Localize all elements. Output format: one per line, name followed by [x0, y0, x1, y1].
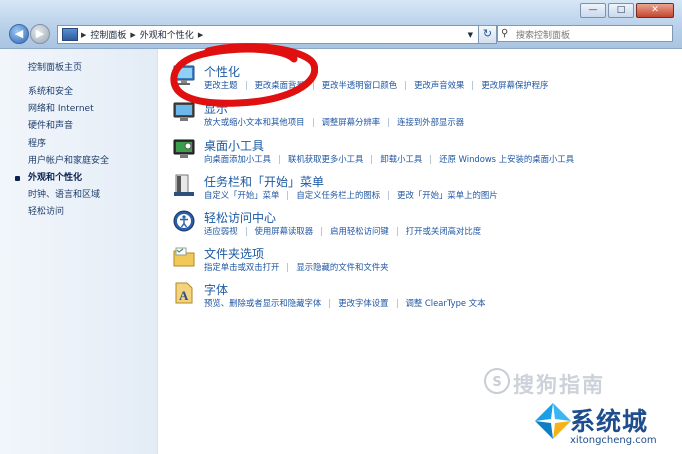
link-preview-fonts[interactable]: 预览、删除或者显示和隐藏字体: [204, 297, 321, 309]
category-title-display[interactable]: 显示: [204, 100, 228, 117]
link-divider: [321, 226, 323, 236]
link-divider: [329, 298, 331, 308]
category-title-ease-of-access[interactable]: 轻松访问中心: [204, 209, 276, 226]
sidebar-item-programs[interactable]: 程序: [28, 136, 109, 153]
window-controls: — □ ✕: [580, 3, 674, 18]
category-title-folder-options[interactable]: 文件夹选项: [204, 245, 264, 262]
control-panel-icon: [62, 28, 78, 41]
link-zoom-text[interactable]: 放大或缩小文本和其他项目: [204, 116, 305, 128]
arrow-right-icon: ▶: [35, 27, 45, 40]
title-bar: — □ ✕ ◀ ▶ ▶ 控制面板 ▶ 外观和个性化 ▶ ▼ ↻ ⚲ 搜索控制面板: [0, 0, 682, 49]
personalization-icon: [173, 65, 195, 85]
link-change-desktop-background[interactable]: 更改桌面背景: [255, 79, 305, 91]
control-panel-window: — □ ✕ ◀ ▶ ▶ 控制面板 ▶ 外观和个性化 ▶ ▼ ↻ ⚲ 搜索控制面板…: [0, 0, 682, 454]
search-placeholder: 搜索控制面板: [516, 31, 571, 41]
category-links-ease-of-access: 适应弱视 使用屏幕读取器 启用轻松访问键 打开或关闭高对比度: [204, 225, 481, 237]
arrow-left-icon: ◀: [14, 27, 24, 40]
back-button[interactable]: ◀: [9, 24, 29, 44]
breadcrumb-separator[interactable]: ▶: [198, 31, 203, 39]
link-restore-gadgets[interactable]: 还原 Windows 上安装的桌面小工具: [439, 153, 574, 165]
sidebar-list: 系统和安全 网络和 Internet 硬件和声音 程序 用户帐户和家庭安全 外观…: [14, 84, 109, 222]
sidebar-home-link[interactable]: 控制面板主页: [28, 60, 82, 73]
folder-icon: [173, 247, 195, 267]
link-ease-of-access-keys[interactable]: 启用轻松访问键: [330, 225, 389, 237]
link-change-sounds[interactable]: 更改声音效果: [414, 79, 464, 91]
link-screen-resolution[interactable]: 调整屏幕分辨率: [322, 116, 381, 128]
category-links-desktop-gadgets: 向桌面添加小工具 联机获取更多小工具 卸载小工具 还原 Windows 上安装的…: [204, 153, 574, 165]
link-divider: [472, 80, 474, 90]
link-divider: [287, 262, 289, 272]
link-customize-start-menu[interactable]: 自定义「开始」菜单: [204, 189, 279, 201]
forward-button[interactable]: ▶: [30, 24, 50, 44]
breadcrumb-appearance[interactable]: 外观和个性化: [136, 28, 198, 41]
link-divider: [388, 190, 390, 200]
sidebar-item-network[interactable]: 网络和 Internet: [28, 101, 109, 118]
link-divider: [430, 154, 432, 164]
category-title-desktop-gadgets[interactable]: 桌面小工具: [204, 137, 264, 154]
link-divider: [245, 80, 247, 90]
address-dropdown-icon[interactable]: ▼: [463, 31, 478, 39]
link-divider: [396, 226, 398, 236]
category-title-taskbar[interactable]: 任务栏和「开始」菜单: [204, 173, 324, 190]
search-input[interactable]: ⚲ 搜索控制面板: [497, 25, 673, 42]
link-get-more-gadgets[interactable]: 联机获取更多小工具: [288, 153, 363, 165]
category-links-taskbar: 自定义「开始」菜单 自定义任务栏上的图标 更改「开始」菜单上的图片: [204, 189, 498, 201]
link-divider: [312, 117, 314, 127]
link-cleartype[interactable]: 调整 ClearType 文本: [406, 297, 486, 309]
category-links-display: 放大或缩小文本和其他项目 调整屏幕分辨率 连接到外部显示器: [204, 116, 464, 128]
link-change-theme[interactable]: 更改主题: [204, 79, 238, 91]
link-change-start-picture[interactable]: 更改「开始」菜单上的图片: [397, 189, 498, 201]
category-links-personalization: 更改主题 更改桌面背景 更改半透明窗口颜色 更改声音效果 更改屏幕保护程序: [204, 79, 548, 91]
sidebar-item-user-accounts[interactable]: 用户帐户和家庭安全: [28, 153, 109, 170]
link-divider: [245, 226, 247, 236]
maximize-button[interactable]: □: [608, 3, 634, 18]
sidebar-item-appearance[interactable]: 外观和个性化: [14, 170, 109, 187]
link-show-hidden-files[interactable]: 显示隐藏的文件和文件夹: [296, 261, 388, 273]
link-divider: [287, 190, 289, 200]
close-button[interactable]: ✕: [636, 3, 674, 18]
gadgets-icon: [173, 139, 195, 158]
sidebar-item-hardware-sound[interactable]: 硬件和声音: [28, 118, 109, 135]
category-title-fonts[interactable]: 字体: [204, 281, 228, 298]
svg-text:A: A: [179, 288, 189, 303]
link-add-gadgets[interactable]: 向桌面添加小工具: [204, 153, 271, 165]
link-divider: [396, 298, 398, 308]
link-external-display[interactable]: 连接到外部显示器: [397, 116, 464, 128]
link-divider: [405, 80, 407, 90]
link-divider: [279, 154, 280, 164]
link-divider: [388, 117, 390, 127]
sidebar-item-ease-of-access[interactable]: 轻松访问: [28, 204, 109, 221]
search-icon: ⚲: [501, 28, 509, 39]
link-screen-reader[interactable]: 使用屏幕读取器: [255, 225, 314, 237]
address-bar[interactable]: ▶ 控制面板 ▶ 外观和个性化 ▶ ▼: [57, 25, 479, 44]
category-links-folder-options: 指定单击或双击打开 显示隐藏的文件和文件夹: [204, 261, 389, 273]
sogou-watermark: 搜狗指南: [513, 373, 605, 397]
sogou-watermark-icon: S: [484, 368, 510, 394]
taskbar-icon: [174, 174, 194, 196]
link-divider: [312, 80, 314, 90]
sidebar: 控制面板主页 系统和安全 网络和 Internet 硬件和声音 程序 用户帐户和…: [0, 49, 158, 454]
minimize-button[interactable]: —: [580, 3, 606, 18]
refresh-button[interactable]: ↻: [478, 25, 497, 44]
link-high-contrast[interactable]: 打开或关闭高对比度: [406, 225, 481, 237]
display-icon: [173, 102, 195, 121]
link-single-double-click[interactable]: 指定单击或双击打开: [204, 261, 279, 273]
link-uninstall-gadget[interactable]: 卸载小工具: [380, 153, 422, 165]
link-font-settings[interactable]: 更改字体设置: [338, 297, 388, 309]
sidebar-item-system-security[interactable]: 系统和安全: [28, 84, 109, 101]
category-links-fonts: 预览、删除或者显示和隐藏字体 更改字体设置 调整 ClearType 文本: [204, 297, 485, 309]
sidebar-item-clock-region[interactable]: 时钟、语言和区域: [28, 187, 109, 204]
fonts-icon: A: [175, 282, 193, 304]
link-change-screensaver[interactable]: 更改屏幕保护程序: [481, 79, 548, 91]
link-divider: [371, 154, 373, 164]
link-customize-taskbar-icons[interactable]: 自定义任务栏上的图标: [296, 189, 380, 201]
ease-of-access-icon: [173, 210, 195, 232]
link-change-window-color[interactable]: 更改半透明窗口颜色: [322, 79, 397, 91]
category-title-personalization[interactable]: 个性化: [204, 63, 240, 80]
breadcrumb-control-panel[interactable]: 控制面板: [86, 28, 130, 41]
link-low-vision[interactable]: 适应弱视: [204, 225, 238, 237]
